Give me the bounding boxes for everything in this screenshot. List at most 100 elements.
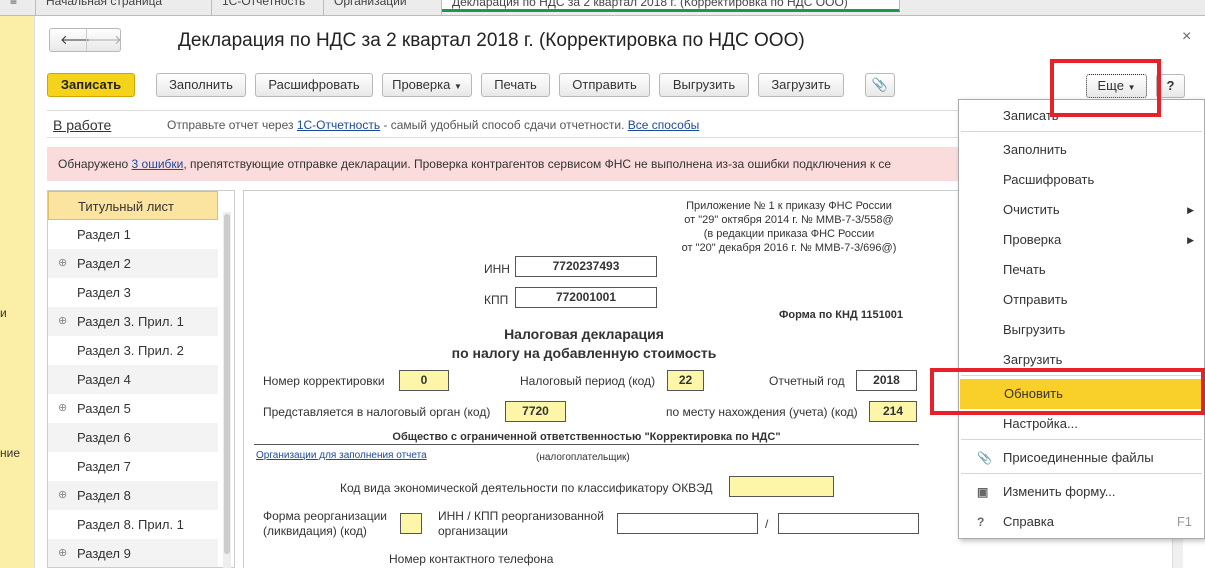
menu-item-label: Отправить: [1003, 292, 1068, 307]
import-button[interactable]: Загрузить: [758, 73, 844, 97]
section-label: Раздел 3. Прил. 1: [77, 314, 184, 329]
all-methods-link[interactable]: Все способы: [628, 118, 700, 132]
menu-item[interactable]: 📎 Присоединенные файлы: [959, 443, 1204, 473]
reporting-link[interactable]: 1С-Отчетность: [297, 118, 380, 132]
section-item[interactable]: ⊕ Раздел 5: [48, 394, 218, 423]
status-link[interactable]: В работе: [53, 117, 111, 133]
print-button[interactable]: Печать: [481, 73, 550, 97]
reorg-field[interactable]: [400, 513, 422, 534]
menu-item[interactable]: Очистить ▶: [959, 195, 1204, 225]
organization-name: Общество с ограниченной ответственностью…: [254, 431, 919, 445]
menu-item-label: Проверка: [1003, 232, 1062, 247]
tab-organizations[interactable]: Организации: [324, 0, 442, 16]
reorg-label-line: Форма реорганизации: [263, 509, 387, 523]
status-text: Отправьте отчет через: [167, 118, 297, 132]
expand-icon[interactable]: ⊕: [58, 249, 67, 278]
send-button[interactable]: Отправить: [559, 73, 650, 97]
sidebar-text: и: [0, 306, 7, 320]
section-item[interactable]: ⊕ Раздел 3. Прил. 1: [48, 307, 218, 336]
submenu-arrow-icon: ▶: [1187, 235, 1194, 245]
period-field[interactable]: 22: [667, 370, 704, 391]
section-label: Раздел 2: [77, 256, 131, 271]
section-item[interactable]: Раздел 6: [48, 423, 218, 452]
save-button[interactable]: Записать: [47, 73, 135, 97]
check-button[interactable]: Проверка ▼: [382, 73, 472, 97]
section-item[interactable]: Раздел 7: [48, 452, 218, 481]
tab-reporting[interactable]: 1С-Отчетность: [212, 0, 324, 16]
kpp-field[interactable]: 772001001: [515, 287, 657, 308]
reorg-inn-field[interactable]: [617, 513, 758, 534]
menu-item[interactable]: ▣ Изменить форму...: [959, 477, 1204, 507]
help-icon: ?: [977, 515, 985, 529]
reorg-kpp-field[interactable]: [778, 513, 919, 534]
errors-link[interactable]: 3 ошибки: [132, 157, 184, 171]
status-text: - самый удобный способ сдачи отчетности.: [380, 118, 628, 132]
year-field[interactable]: 2018: [856, 370, 917, 391]
section-label: Раздел 4: [77, 372, 131, 387]
dropdown-arrow-icon: ▼: [453, 82, 462, 91]
highlight-box: [1050, 59, 1161, 117]
appendix-line: от "20" декабря 2016 г. № ММВ-7-3/696@): [681, 242, 897, 254]
section-item[interactable]: Титульный лист: [48, 191, 218, 220]
menu-item-label: Расшифровать: [1003, 172, 1095, 187]
reorg-inn-line: ИНН / КПП реорганизованной: [438, 509, 604, 523]
menu-item[interactable]: Выгрузить: [959, 315, 1204, 345]
okved-field[interactable]: [729, 476, 834, 497]
menu-item[interactable]: Проверка ▶: [959, 225, 1204, 255]
sections-list: Титульный лист Раздел 1 ⊕ Раздел 2 Раздел 3 ⊕…: [47, 190, 235, 568]
section-item[interactable]: Раздел 8. Прил. 1: [48, 510, 218, 539]
attach-icon[interactable]: 📎: [865, 73, 895, 97]
expand-icon[interactable]: ⊕: [58, 539, 67, 567]
fill-button[interactable]: Заполнить: [156, 73, 246, 97]
section-item[interactable]: Раздел 1: [48, 220, 218, 249]
place-field[interactable]: 214: [869, 401, 917, 422]
page-title: Декларация по НДС за 2 квартал 2018 г. (…: [178, 30, 805, 51]
forward-button[interactable]: 🡒: [86, 29, 122, 51]
correction-field[interactable]: 0: [399, 370, 449, 391]
expand-icon[interactable]: ⊕: [58, 394, 67, 423]
phone-label: Номер контактного телефона: [389, 552, 554, 566]
menu-item-label: Изменить форму...: [1003, 484, 1116, 499]
menu-item[interactable]: Отправить: [959, 285, 1204, 315]
heading-line: по налогу на добавленную стоимость: [451, 345, 717, 361]
export-button[interactable]: Выгрузить: [659, 73, 749, 97]
organizations-link[interactable]: Организации для заполнения отчета: [256, 450, 427, 461]
close-button[interactable]: ×: [1182, 28, 1191, 46]
section-item[interactable]: Раздел 3. Прил. 2: [48, 336, 218, 365]
section-item[interactable]: Раздел 4: [48, 365, 218, 394]
menu-item[interactable]: ? Справка F1: [959, 507, 1204, 537]
tax-organ-label: Представляется в налоговый орган (код): [263, 405, 491, 419]
reorg-inn-label: ИНН / КПП реорганизованной организации: [438, 509, 604, 539]
expand-icon[interactable]: ⊕: [58, 481, 67, 510]
tab-home[interactable]: Начальная страница: [36, 0, 212, 16]
section-item[interactable]: ⊕ Раздел 9: [48, 539, 218, 567]
decode-button[interactable]: Расшифровать: [255, 73, 373, 97]
tabs-menu-icon[interactable]: ≡: [0, 0, 36, 16]
knd-label: Форма по КНД 1151001: [779, 309, 904, 321]
reorg-label-line: (ликвидация) (код): [263, 524, 367, 538]
section-label: Раздел 3: [77, 285, 131, 300]
menu-item-label: Очистить: [1003, 202, 1060, 217]
sections-scrollbar[interactable]: [223, 212, 231, 568]
section-label: Раздел 7: [77, 459, 131, 474]
menu-item[interactable]: Заполнить: [959, 135, 1204, 165]
shortcut-label: F1: [1176, 514, 1192, 529]
slash: /: [765, 517, 769, 531]
menu-separator: [961, 131, 1202, 132]
section-item[interactable]: ⊕ Раздел 2: [48, 249, 218, 278]
menu-item-label: Настройка...: [1003, 416, 1078, 431]
tax-organ-field[interactable]: 7720: [505, 401, 566, 422]
menu-item-label: Печать: [1003, 262, 1046, 277]
inn-field[interactable]: 7720237493: [515, 256, 657, 277]
section-item[interactable]: Раздел 3: [48, 278, 218, 307]
section-label: Раздел 8. Прил. 1: [77, 517, 184, 532]
period-label: Налоговый период (код): [520, 374, 656, 388]
section-label: Раздел 3. Прил. 2: [77, 343, 184, 358]
section-item[interactable]: ⊕ Раздел 8: [48, 481, 218, 510]
expand-icon[interactable]: ⊕: [58, 307, 67, 336]
menu-item[interactable]: Печать: [959, 255, 1204, 285]
appendix-line: Приложение № 1 к приказу ФНС России: [686, 200, 892, 212]
tab-declaration[interactable]: Декларация по НДС за 2 квартал 2018 г. (…: [442, 0, 900, 12]
place-label: по месту нахождения (учета) (код): [666, 405, 858, 419]
menu-item[interactable]: Расшифровать: [959, 165, 1204, 195]
